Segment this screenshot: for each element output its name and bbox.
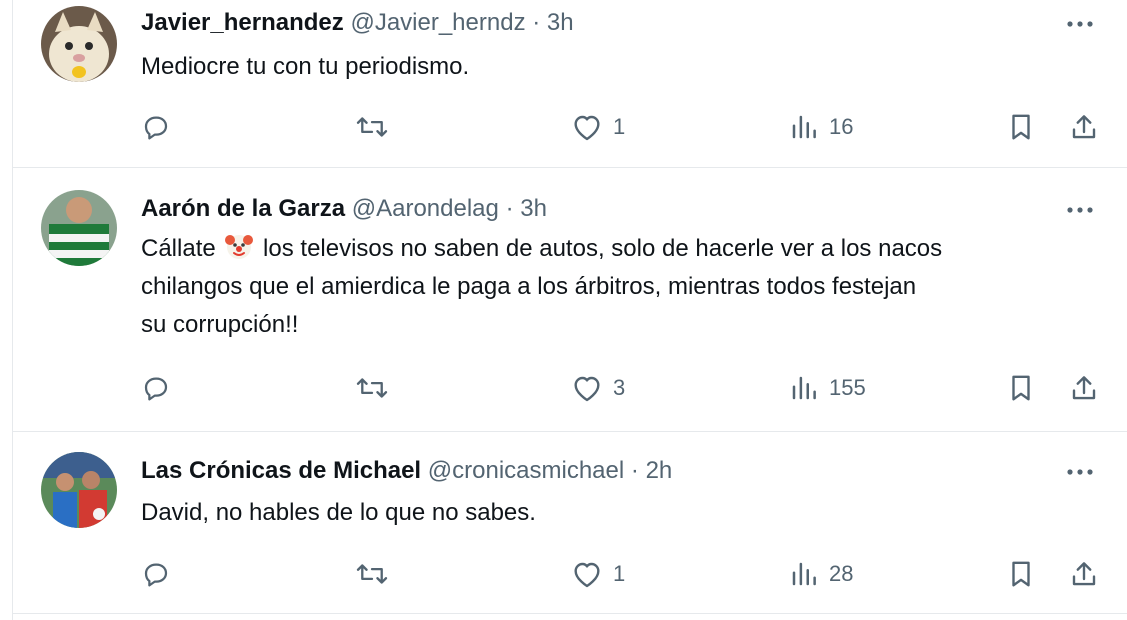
reply-button[interactable] <box>141 107 171 147</box>
replies-thread: Javier_hernandez @Javier_herndz · 3h Med… <box>12 0 1127 620</box>
ellipsis-icon <box>1067 21 1093 27</box>
tweet-text-line: Mediocre tu con tu periodismo. <box>141 53 470 80</box>
user-handle[interactable]: @Aarondelag <box>352 195 499 222</box>
ellipsis-icon <box>1067 469 1093 475</box>
reply-tweet[interactable]: Javier_hernandez @Javier_herndz · 3h Med… <box>13 0 1127 168</box>
tweet-text-line: chilangos que el amierdica le paga a los… <box>141 273 917 300</box>
retweet-button[interactable] <box>355 554 389 594</box>
reply-button[interactable] <box>141 554 171 594</box>
views-button[interactable]: 28 <box>789 554 853 594</box>
ellipsis-icon <box>1067 207 1093 213</box>
timestamp[interactable]: 2h <box>646 457 673 484</box>
reply-icon <box>144 377 168 401</box>
more-options-button[interactable] <box>1062 14 1098 34</box>
retweet-icon <box>356 378 388 398</box>
tweet-text-fragment: Cállate <box>141 235 216 262</box>
user-handle[interactable]: @cronicasmichael <box>428 457 624 484</box>
display-name[interactable]: Las Crónicas de Michael <box>141 457 421 484</box>
reply-icon <box>144 116 168 140</box>
like-button[interactable]: 1 <box>571 554 625 594</box>
heart-icon <box>574 562 600 588</box>
avatar[interactable] <box>41 452 117 528</box>
share-button[interactable] <box>1069 368 1099 408</box>
more-options-button[interactable] <box>1062 462 1098 482</box>
views-chart-icon <box>792 115 816 139</box>
display-name[interactable]: Javier_hernandez <box>141 9 344 36</box>
like-button[interactable]: 1 <box>571 107 625 147</box>
share-button[interactable] <box>1069 554 1099 594</box>
share-icon <box>1072 562 1096 586</box>
tweet-actions: 1 28 <box>141 554 1101 594</box>
timestamp[interactable]: 3h <box>547 9 574 36</box>
tweet-text: Cállate los televisos no saben de autos,… <box>141 230 1101 344</box>
share-icon <box>1072 376 1096 400</box>
tweet-text: Mediocre tu con tu periodismo. <box>141 48 1101 86</box>
separator: · <box>532 9 541 36</box>
user-handle[interactable]: @Javier_herndz <box>350 9 525 36</box>
bookmark-button[interactable] <box>1007 554 1035 594</box>
separator: · <box>505 195 514 222</box>
tweet-text-fragment: los televisos no saben de autos, solo de… <box>256 235 943 262</box>
reply-button[interactable] <box>141 368 171 408</box>
display-name[interactable]: Aarón de la Garza <box>141 195 345 222</box>
like-count: 1 <box>613 114 626 139</box>
tweet-text-line: David, no hables de lo que no sabes. <box>141 499 536 526</box>
timestamp[interactable]: 3h <box>520 195 547 222</box>
bookmark-button[interactable] <box>1007 368 1035 408</box>
retweet-button[interactable] <box>355 368 389 408</box>
like-button[interactable]: 3 <box>571 368 625 408</box>
reply-icon <box>144 563 168 587</box>
tweet-text-line: su corrupción!! <box>141 311 299 338</box>
tweet-header: Las Crónicas de Michael @cronicasmichael… <box>141 456 672 486</box>
tweet-header: Aarón de la Garza @Aarondelag · 3h <box>141 194 547 224</box>
heart-icon <box>574 115 600 141</box>
view-count: 16 <box>829 114 854 139</box>
separator: · <box>630 457 639 484</box>
reply-tweet[interactable]: Aarón de la Garza @Aarondelag · 3h Cálla… <box>13 168 1127 432</box>
like-count: 1 <box>613 561 626 586</box>
tweet-actions: 3 155 <box>141 368 1101 408</box>
clown-face-emoji-icon <box>225 235 254 259</box>
tweet-text: David, no hables de lo que no sabes. <box>141 494 1101 532</box>
share-icon <box>1072 115 1096 139</box>
tweet-text-line: Cállate los televisos no saben de autos,… <box>141 230 1101 268</box>
bookmark-icon <box>1012 561 1030 587</box>
bookmark-button[interactable] <box>1007 107 1035 147</box>
tweet-actions: 1 16 <box>141 107 1101 147</box>
bookmark-icon <box>1012 114 1030 140</box>
reply-tweet[interactable]: Las Crónicas de Michael @cronicasmichael… <box>13 432 1127 614</box>
bookmark-icon <box>1012 375 1030 401</box>
retweet-button[interactable] <box>355 107 389 147</box>
cat-avatar-icon <box>41 6 117 82</box>
avatar[interactable] <box>41 6 117 82</box>
views-button[interactable]: 16 <box>789 107 853 147</box>
views-button[interactable]: 155 <box>789 368 866 408</box>
views-chart-icon <box>792 562 816 586</box>
views-chart-icon <box>792 376 816 400</box>
view-count: 28 <box>829 561 854 586</box>
avatar[interactable] <box>41 190 117 266</box>
retweet-icon <box>356 564 388 584</box>
view-count: 155 <box>829 375 866 400</box>
players-avatar-icon <box>41 452 117 528</box>
soccer-jersey-avatar-icon <box>41 190 117 266</box>
like-count: 3 <box>613 375 626 400</box>
more-options-button[interactable] <box>1062 200 1098 220</box>
tweet-header: Javier_hernandez @Javier_herndz · 3h <box>141 8 574 38</box>
heart-icon <box>574 376 600 402</box>
share-button[interactable] <box>1069 107 1099 147</box>
retweet-icon <box>356 117 388 137</box>
